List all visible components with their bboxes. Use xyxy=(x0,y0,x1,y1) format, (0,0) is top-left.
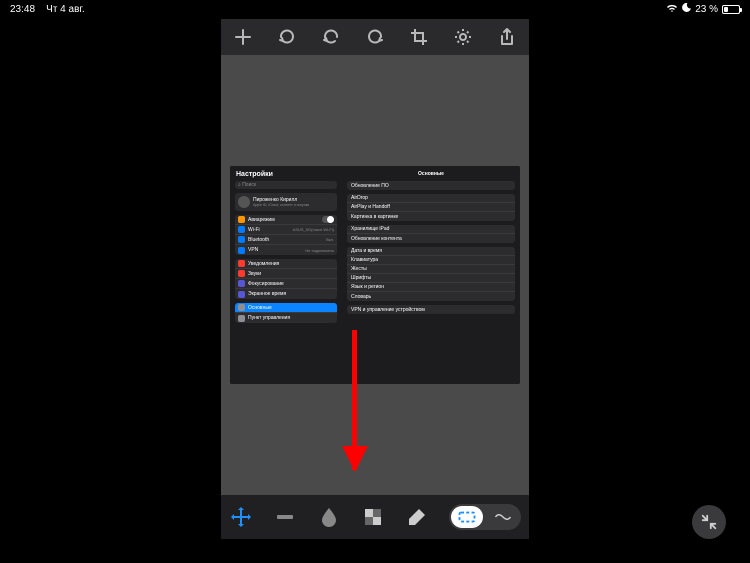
settings-sidebar: Настройки ⌕ Поиск Пироженко Кирилл Apple… xyxy=(230,166,342,384)
select-lasso[interactable] xyxy=(487,506,519,528)
rotate-button[interactable] xyxy=(276,26,298,48)
row-general: Основные xyxy=(235,303,337,313)
bell-icon xyxy=(238,260,245,267)
detail-title: Основные xyxy=(347,169,515,181)
detail-row: VPN и управление устройством xyxy=(347,305,515,314)
eraser-tool[interactable] xyxy=(405,505,429,529)
status-time: 23:48 xyxy=(10,4,35,15)
pixelate-tool[interactable] xyxy=(361,505,385,529)
detail-row: Словарь xyxy=(347,292,515,301)
search-field: ⌕ Поиск xyxy=(235,181,337,189)
bluetooth-icon xyxy=(238,236,245,243)
battery-percent: 23 % xyxy=(695,4,718,15)
row-bluetooth: BluetoothВкл. xyxy=(235,235,337,245)
detail-row: Язык и регион xyxy=(347,283,515,292)
share-button[interactable] xyxy=(496,26,518,48)
status-left: 23:48 Чт 4 авг. xyxy=(10,4,85,15)
add-button[interactable] xyxy=(232,26,254,48)
editor-panel: Настройки ⌕ Поиск Пироженко Кирилл Apple… xyxy=(221,19,529,539)
row-wifi: Wi-FiASUS_5G(macn Wi-Fi) xyxy=(235,225,337,235)
row-control-center: Пункт управления xyxy=(235,313,337,323)
moon-icon xyxy=(238,280,245,287)
crop-button[interactable] xyxy=(408,26,430,48)
vpn-icon xyxy=(238,247,245,254)
settings-button[interactable] xyxy=(452,26,474,48)
detail-row: Хранилище iPad xyxy=(347,225,515,234)
detail-row: Обновление контента xyxy=(347,234,515,243)
move-tool[interactable] xyxy=(229,505,253,529)
group-network: Авиарежим Wi-FiASUS_5G(macn Wi-Fi) Bluet… xyxy=(235,215,337,255)
detail-row: Картинка в картинке xyxy=(347,212,515,221)
airplane-icon xyxy=(238,216,245,223)
group-general: Основные Пункт управления xyxy=(235,303,337,323)
status-right: 23 % xyxy=(666,3,740,16)
status-date: Чт 4 авг. xyxy=(46,4,84,15)
wifi-row-icon xyxy=(238,226,245,233)
settings-detail: Основные Обновление ПО AirDrop AirPlay и… xyxy=(342,166,520,384)
avatar xyxy=(238,196,250,208)
detail-row: AirPlay и Handoff xyxy=(347,203,515,212)
top-toolbar xyxy=(221,19,529,55)
redo-button[interactable] xyxy=(364,26,386,48)
speaker-icon xyxy=(238,270,245,277)
battery-icon xyxy=(722,5,740,14)
row-focus: Фокусирование xyxy=(235,279,337,289)
screenshot-content: Настройки ⌕ Поиск Пироженко Кирилл Apple… xyxy=(230,166,520,384)
detail-row: AirDrop xyxy=(347,194,515,203)
sidebar-title: Настройки xyxy=(230,166,342,181)
row-sounds: Звуки xyxy=(235,269,337,279)
selection-mode-toggle[interactable] xyxy=(449,504,521,530)
search-icon: ⌕ xyxy=(238,182,241,188)
detail-row: Жесты xyxy=(347,265,515,274)
dnd-moon-icon xyxy=(682,3,691,15)
select-rect[interactable] xyxy=(451,506,483,528)
wifi-icon xyxy=(666,3,678,16)
detail-row: Клавиатура xyxy=(347,256,515,265)
profile-row: Пироженко Кирилл Apple ID, iCloud, конте… xyxy=(235,193,337,211)
bottom-toolbar xyxy=(221,495,529,539)
blur-tool[interactable] xyxy=(317,505,341,529)
collapse-fab[interactable] xyxy=(692,505,726,539)
search-placeholder: Поиск xyxy=(242,182,256,188)
row-screentime: Экранное время xyxy=(235,289,337,299)
detail-row: Обновление ПО xyxy=(347,181,515,190)
detail-row: Дата и время xyxy=(347,247,515,256)
bar-tool[interactable] xyxy=(273,505,297,529)
profile-subtitle: Apple ID, iCloud, контент и покупки xyxy=(253,203,309,207)
hourglass-icon xyxy=(238,291,245,298)
undo-button[interactable] xyxy=(320,26,342,48)
toggle xyxy=(322,216,334,223)
row-airplane: Авиарежим xyxy=(235,215,337,225)
canvas-area[interactable]: Настройки ⌕ Поиск Пироженко Кирилл Apple… xyxy=(221,55,529,495)
ipad-statusbar: 23:48 Чт 4 авг. 23 % xyxy=(0,0,750,18)
detail-row: Шрифты xyxy=(347,274,515,283)
switches-icon xyxy=(238,315,245,322)
group-notifications: Уведомления Звуки Фокусирование Экранное… xyxy=(235,259,337,299)
row-vpn: VPNНе подключено xyxy=(235,245,337,255)
row-notifications: Уведомления xyxy=(235,259,337,269)
gear-icon xyxy=(238,304,245,311)
